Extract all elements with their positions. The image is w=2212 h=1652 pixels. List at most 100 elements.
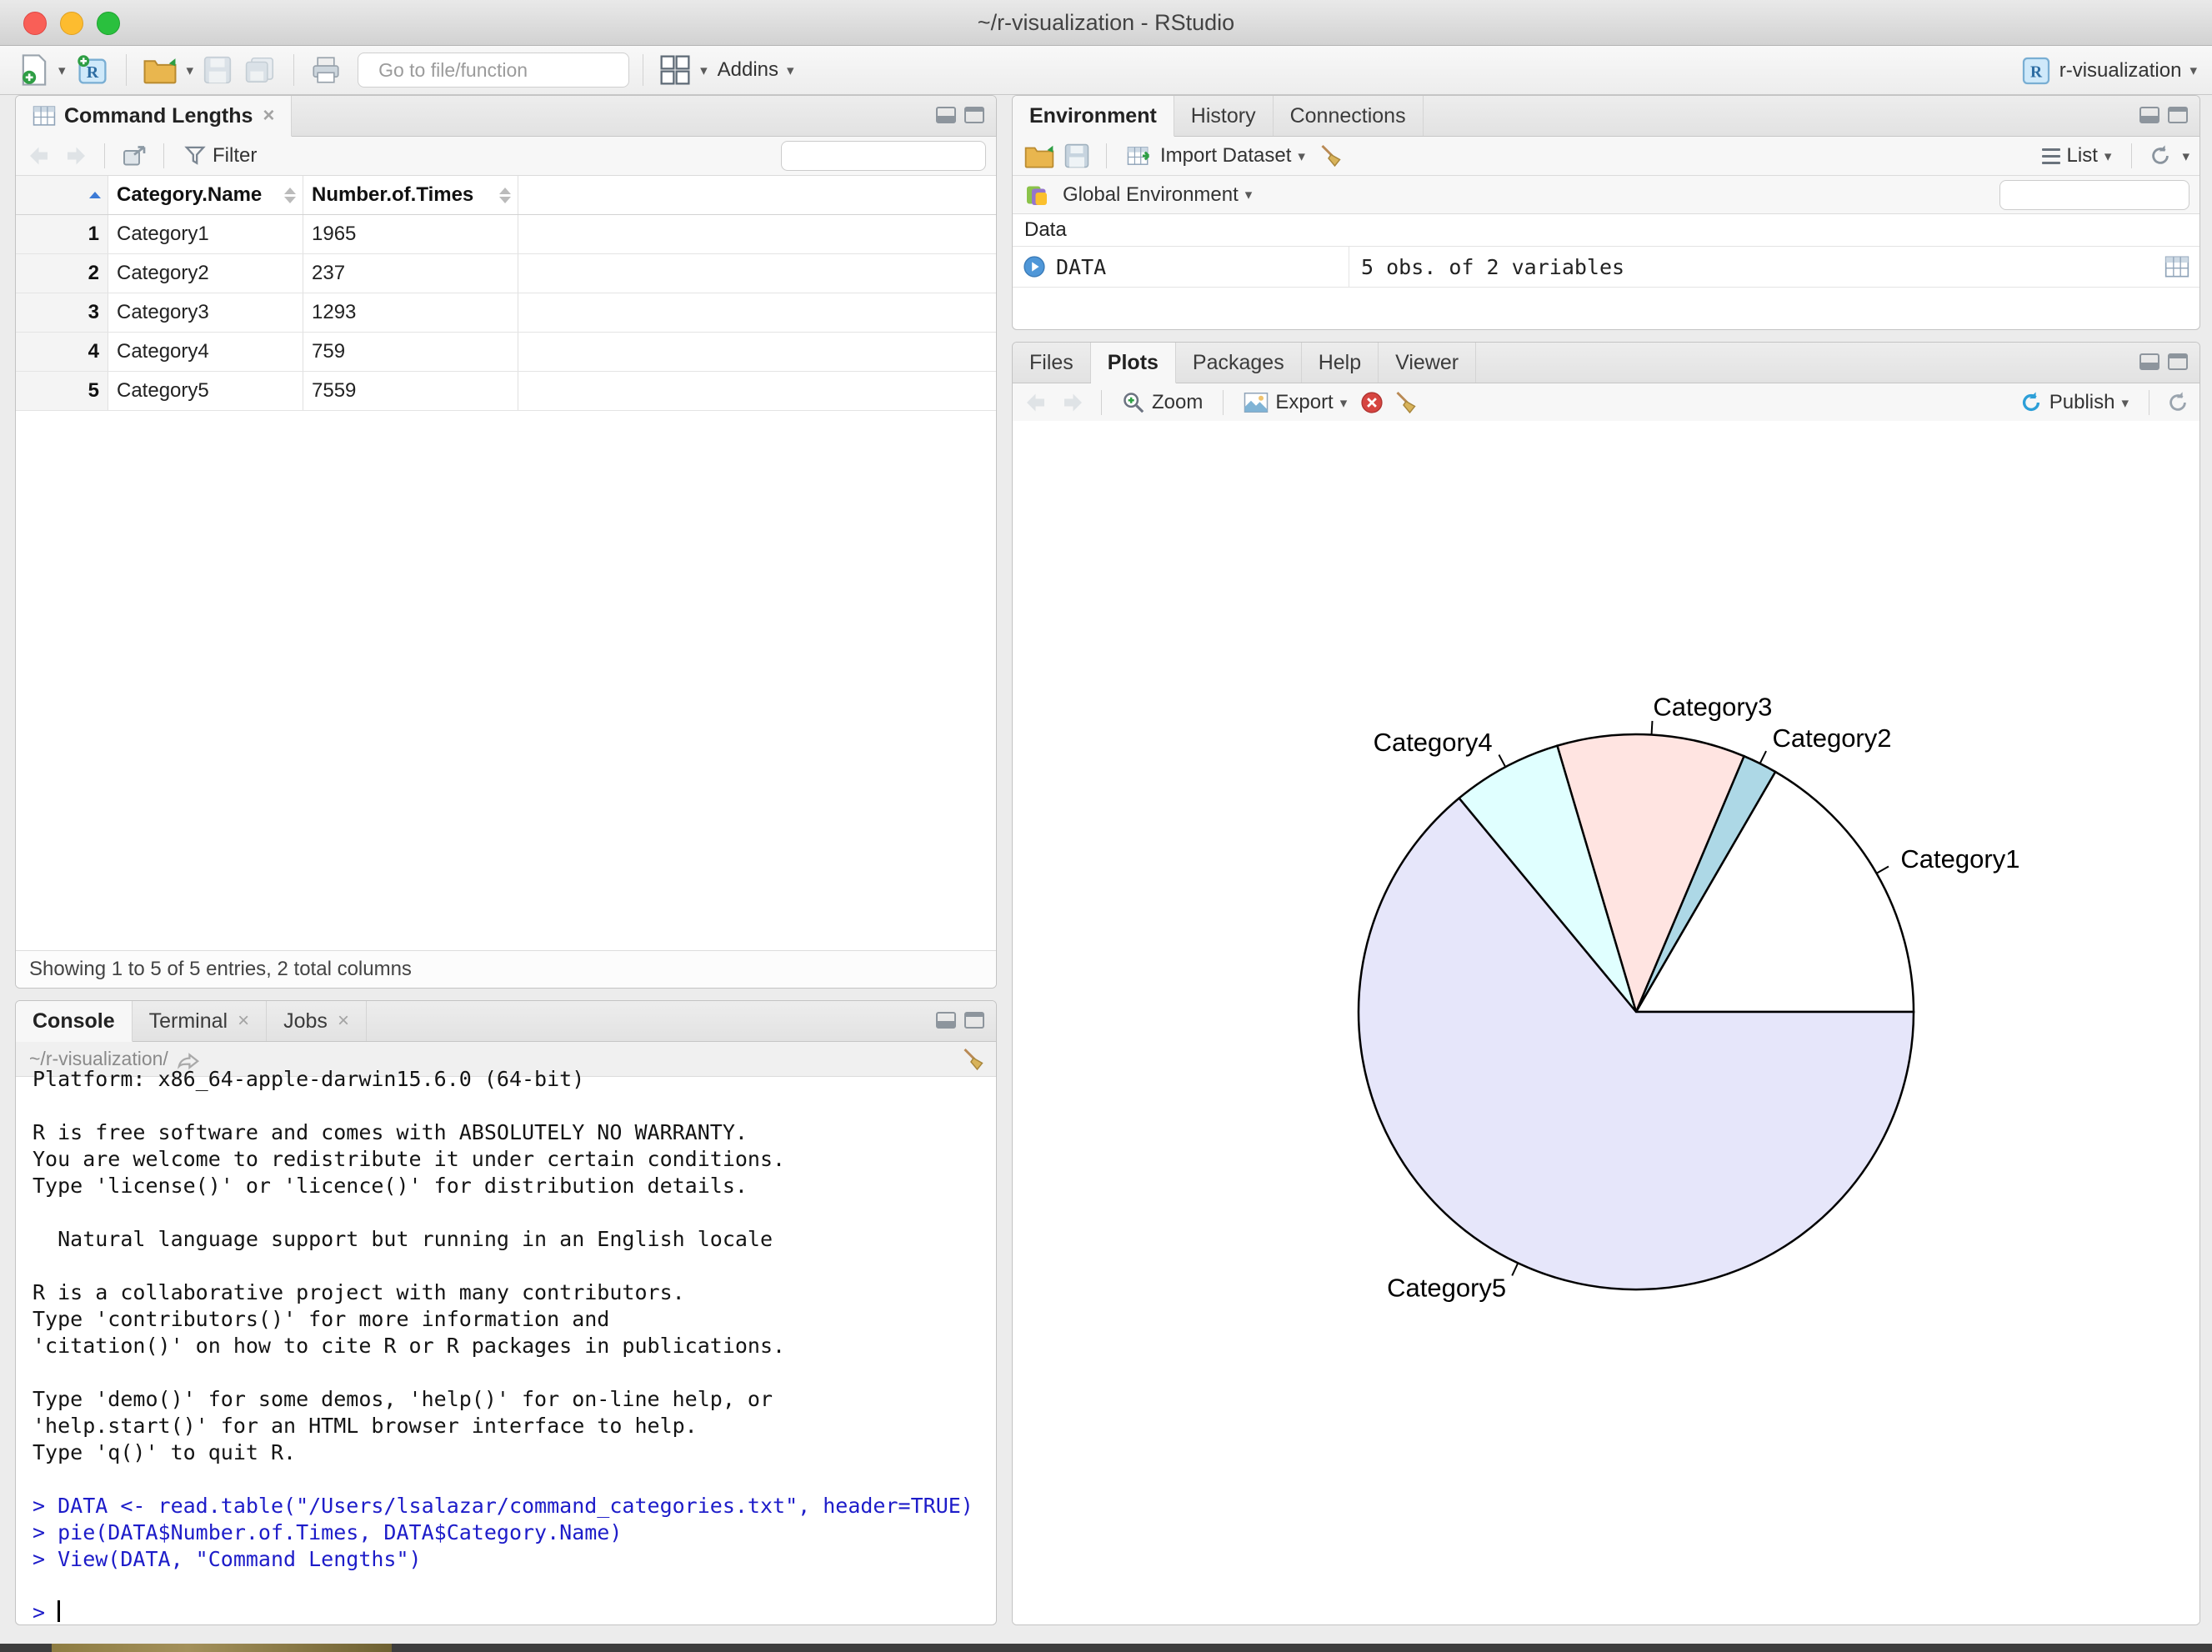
clear-plots-broom-icon[interactable] bbox=[1394, 390, 1419, 415]
refresh-caret-icon[interactable]: ▾ bbox=[2182, 149, 2189, 163]
print-button[interactable] bbox=[308, 53, 344, 88]
times-cell: 759 bbox=[303, 333, 518, 371]
console-prompt[interactable]: > bbox=[33, 1599, 996, 1624]
tab-packages[interactable]: Packages bbox=[1176, 343, 1302, 383]
row-number-header[interactable] bbox=[16, 176, 108, 214]
sort-icons bbox=[284, 187, 296, 203]
expand-object-icon[interactable] bbox=[1023, 255, 1046, 278]
tab-files[interactable]: Files bbox=[1013, 343, 1091, 383]
remove-plot-icon[interactable] bbox=[1360, 391, 1384, 414]
table-search-box bbox=[781, 141, 996, 171]
forward-icon[interactable] bbox=[63, 144, 88, 168]
project-selector[interactable]: R r-visualization ▾ bbox=[2021, 46, 2197, 95]
save-button[interactable] bbox=[200, 53, 235, 88]
goto-file-input[interactable] bbox=[377, 58, 628, 83]
times-cell: 7559 bbox=[303, 372, 518, 410]
table-row[interactable]: 2 Category2 237 bbox=[16, 254, 996, 293]
minimize-pane-icon[interactable] bbox=[936, 107, 956, 123]
table-search-input[interactable] bbox=[797, 144, 996, 168]
minimize-pane-icon[interactable] bbox=[2139, 353, 2159, 370]
load-workspace-folder-icon[interactable] bbox=[1024, 143, 1054, 168]
tab-history[interactable]: History bbox=[1174, 96, 1274, 136]
table-row[interactable]: 5 Category5 7559 bbox=[16, 372, 996, 411]
svg-text:R: R bbox=[86, 63, 98, 82]
plots-pane: Files Plots Packages Help Viewer Zoom Ex… bbox=[1012, 342, 2200, 1625]
row-number-cell: 2 bbox=[16, 254, 108, 293]
pane-minmax bbox=[936, 107, 984, 123]
tab-jobs[interactable]: Jobs × bbox=[267, 1001, 367, 1041]
environment-object-row[interactable]: DATA 5 obs. of 2 variables bbox=[1013, 247, 2199, 288]
environment-search-box bbox=[1999, 179, 2199, 210]
open-file-button[interactable] bbox=[140, 53, 180, 88]
tab-connections[interactable]: Connections bbox=[1274, 96, 1424, 136]
open-file-caret-icon[interactable]: ▾ bbox=[187, 63, 194, 78]
tab-command-lengths[interactable]: Command Lengths × bbox=[16, 96, 293, 137]
maximize-pane-icon[interactable] bbox=[964, 1012, 984, 1029]
minimize-pane-icon[interactable] bbox=[936, 1012, 956, 1029]
pane-grid-icon bbox=[660, 55, 690, 85]
column-header-times[interactable]: Number.of.Times bbox=[303, 176, 518, 214]
zoom-window-button[interactable] bbox=[97, 12, 120, 35]
traffic-lights bbox=[23, 12, 120, 35]
pane-layout-button[interactable] bbox=[657, 52, 693, 88]
new-file-button[interactable] bbox=[17, 51, 52, 89]
refresh-icon[interactable] bbox=[2149, 144, 2172, 168]
console-output[interactable]: Platform: x86_64-apple-darwin15.6.0 (64-… bbox=[16, 1066, 996, 1624]
back-icon[interactable] bbox=[28, 144, 53, 168]
new-file-caret-icon[interactable]: ▾ bbox=[58, 63, 66, 78]
tab-help[interactable]: Help bbox=[1302, 343, 1379, 383]
environment-scope-selector[interactable]: Global Environment ▾ bbox=[1059, 180, 1255, 210]
console-line: Natural language support but running in … bbox=[33, 1227, 773, 1251]
pane-layout-caret-icon[interactable]: ▾ bbox=[700, 63, 708, 78]
table-row[interactable]: 1 Category1 1965 bbox=[16, 215, 996, 254]
list-view-button[interactable]: List ▾ bbox=[2039, 141, 2115, 171]
tab-plots[interactable]: Plots bbox=[1090, 343, 1176, 383]
toolbar-separator bbox=[104, 143, 105, 168]
tab-environment[interactable]: Environment bbox=[1013, 96, 1174, 137]
filter-button[interactable]: Filter bbox=[181, 141, 260, 171]
console-line: R is free software and comes with ABSOLU… bbox=[33, 1120, 748, 1144]
view-table-icon[interactable] bbox=[2164, 255, 2189, 278]
import-dataset-button[interactable]: Import Dataset ▾ bbox=[1124, 141, 1309, 171]
close-icon[interactable]: × bbox=[338, 1009, 349, 1033]
minimize-window-button[interactable] bbox=[60, 12, 83, 35]
popout-icon[interactable] bbox=[122, 144, 147, 168]
table-row[interactable]: 4 Category4 759 bbox=[16, 333, 996, 372]
maximize-pane-icon[interactable] bbox=[2168, 107, 2188, 123]
environment-tabstrip: Environment History Connections bbox=[1013, 96, 2199, 137]
tab-console[interactable]: Console bbox=[16, 1001, 133, 1042]
tab-terminal[interactable]: Terminal × bbox=[133, 1001, 268, 1041]
close-window-button[interactable] bbox=[23, 12, 47, 35]
save-all-button[interactable] bbox=[242, 53, 280, 88]
environment-search-input[interactable] bbox=[2015, 183, 2199, 207]
text-cursor bbox=[58, 1600, 61, 1622]
column-header-category[interactable]: Category.Name bbox=[108, 176, 303, 214]
table-row[interactable]: 3 Category3 1293 bbox=[16, 293, 996, 333]
next-plot-icon[interactable] bbox=[1059, 391, 1084, 414]
close-icon[interactable]: × bbox=[238, 1009, 249, 1033]
clear-environment-broom-icon[interactable] bbox=[1319, 143, 1344, 168]
spreadsheet-icon bbox=[33, 106, 56, 126]
close-icon[interactable]: × bbox=[263, 104, 274, 128]
addins-button[interactable]: Addins ▾ bbox=[714, 55, 798, 85]
previous-plot-icon[interactable] bbox=[1024, 391, 1049, 414]
export-plot-button[interactable]: Export ▾ bbox=[1240, 388, 1350, 418]
console-line: 'citation()' on how to cite R or R packa… bbox=[33, 1334, 786, 1358]
minimize-pane-icon[interactable] bbox=[2139, 107, 2159, 123]
maximize-pane-icon[interactable] bbox=[2168, 353, 2188, 370]
tab-label: Help bbox=[1318, 350, 1362, 374]
tab-viewer[interactable]: Viewer bbox=[1379, 343, 1477, 383]
maximize-pane-icon[interactable] bbox=[964, 107, 984, 123]
zoom-plot-button[interactable]: Zoom bbox=[1119, 388, 1206, 418]
filter-label: Filter bbox=[213, 144, 258, 167]
publish-button[interactable]: Publish ▾ bbox=[2016, 388, 2132, 418]
save-workspace-icon[interactable] bbox=[1064, 143, 1089, 168]
new-project-button[interactable]: R bbox=[73, 50, 113, 90]
refresh-plot-icon[interactable] bbox=[2166, 391, 2189, 414]
export-image-icon bbox=[1244, 393, 1269, 413]
funnel-icon bbox=[184, 146, 206, 165]
dock-strip bbox=[0, 1644, 2212, 1652]
addins-label: Addins bbox=[717, 58, 779, 81]
import-dataset-icon bbox=[1127, 147, 1150, 165]
